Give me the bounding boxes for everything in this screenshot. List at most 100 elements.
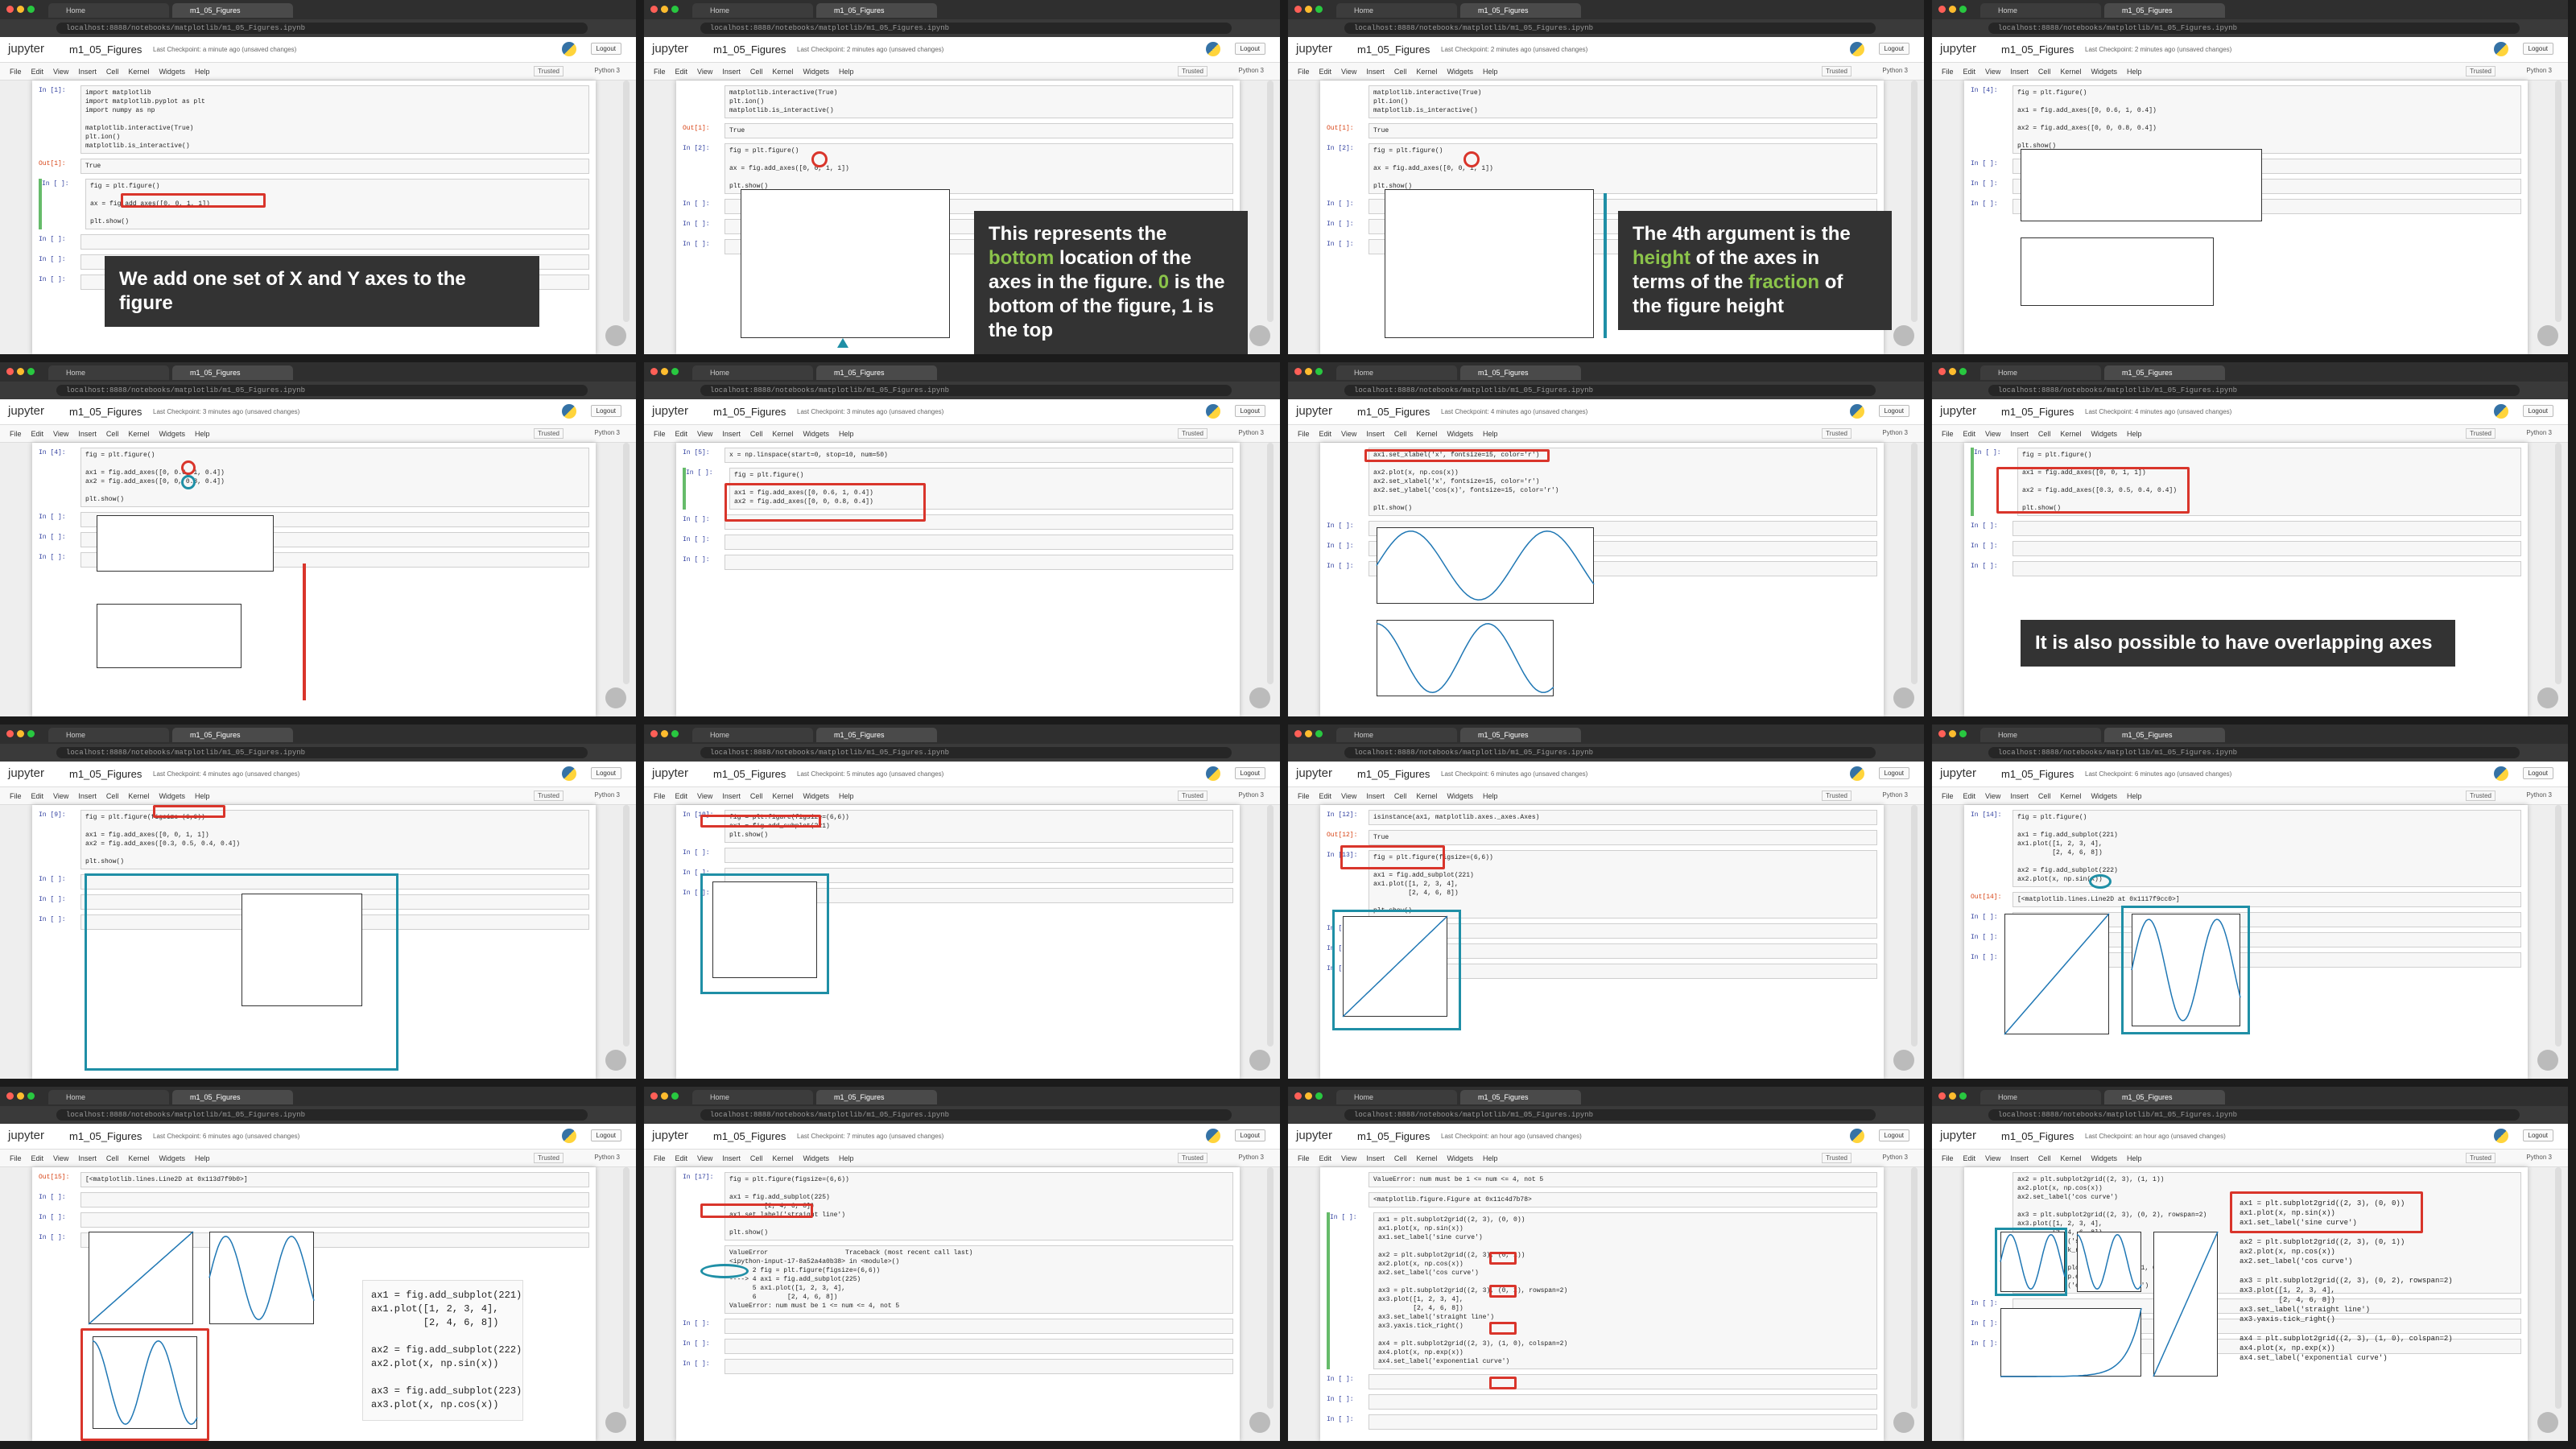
menu-view[interactable]: View	[53, 787, 68, 805]
close-window-button[interactable]	[650, 730, 658, 737]
menu-edit[interactable]: Edit	[1319, 1150, 1332, 1167]
menu-insert[interactable]: Insert	[78, 787, 97, 805]
menu-file[interactable]: File	[654, 63, 666, 80]
tab-home[interactable]: Home	[1980, 3, 2101, 18]
menu-help[interactable]: Help	[1483, 63, 1498, 80]
menu-kernel[interactable]: Kernel	[772, 1150, 793, 1167]
menu-kernel[interactable]: Kernel	[772, 63, 793, 80]
vertical-scrollbar[interactable]	[1267, 805, 1274, 1046]
empty-cell[interactable]: In [ ]:	[1327, 1414, 1877, 1430]
trusted-badge[interactable]: Trusted	[1178, 1153, 1208, 1163]
menu-edit[interactable]: Edit	[1319, 787, 1332, 805]
logout-button[interactable]: Logout	[1234, 767, 1265, 779]
cell-source[interactable]	[724, 1319, 1233, 1334]
cell-source[interactable]	[80, 1212, 589, 1228]
notebook-title[interactable]: m1_05_Figures	[713, 768, 786, 780]
menu-help[interactable]: Help	[1483, 425, 1498, 443]
menu-file[interactable]: File	[1298, 1150, 1310, 1167]
cell-source[interactable]	[724, 535, 1233, 550]
menu-widgets[interactable]: Widgets	[2091, 425, 2117, 443]
jupyter-logo[interactable]: jupyter	[1296, 42, 1332, 56]
trusted-badge[interactable]: Trusted	[2466, 1153, 2496, 1163]
trusted-badge[interactable]: Trusted	[1178, 428, 1208, 439]
vertical-scrollbar[interactable]	[2555, 80, 2562, 322]
tab-notebook[interactable]: m1_05_Figures	[172, 3, 293, 18]
url-field[interactable]: localhost:8888/notebooks/matplotlib/m1_0…	[1988, 1109, 2520, 1121]
menu-widgets[interactable]: Widgets	[1447, 63, 1473, 80]
code-cell[interactable]: In [9]: fig = plt.figure(figsize=(6,6)) a…	[39, 810, 589, 869]
close-window-button[interactable]	[650, 368, 658, 375]
cell-source[interactable]: True	[1368, 830, 1877, 845]
code-cell[interactable]: <matplotlib.figure.Figure at 0x11c4d7b78…	[1327, 1192, 1877, 1208]
menu-edit[interactable]: Edit	[31, 425, 44, 443]
menu-view[interactable]: View	[1985, 63, 2000, 80]
tab-notebook[interactable]: m1_05_Figures	[1460, 728, 1581, 742]
menu-kernel[interactable]: Kernel	[128, 425, 149, 443]
menu-file[interactable]: File	[10, 787, 22, 805]
menu-cell[interactable]: Cell	[2038, 1150, 2051, 1167]
menu-file[interactable]: File	[1942, 425, 1954, 443]
menu-edit[interactable]: Edit	[1319, 425, 1332, 443]
help-bubble-icon[interactable]	[1893, 325, 1914, 346]
menu-help[interactable]: Help	[2127, 63, 2142, 80]
zoom-window-button[interactable]	[671, 6, 679, 13]
close-window-button[interactable]	[6, 730, 14, 737]
help-bubble-icon[interactable]	[605, 1050, 626, 1071]
tab-home[interactable]: Home	[1336, 1090, 1457, 1104]
menu-edit[interactable]: Edit	[31, 63, 44, 80]
close-window-button[interactable]	[1294, 730, 1302, 737]
close-window-button[interactable]	[1938, 730, 1946, 737]
jupyter-logo[interactable]: jupyter	[1296, 766, 1332, 780]
zoom-window-button[interactable]	[1315, 368, 1323, 375]
tab-home[interactable]: Home	[48, 1090, 169, 1104]
zoom-window-button[interactable]	[671, 1092, 679, 1100]
menu-widgets[interactable]: Widgets	[159, 787, 185, 805]
tab-home[interactable]: Home	[1980, 728, 2101, 742]
menu-help[interactable]: Help	[195, 63, 210, 80]
menu-view[interactable]: View	[697, 425, 712, 443]
vertical-scrollbar[interactable]	[1267, 80, 1274, 322]
menu-kernel[interactable]: Kernel	[1416, 1150, 1437, 1167]
tab-home[interactable]: Home	[1980, 1090, 2101, 1104]
menu-view[interactable]: View	[697, 1150, 712, 1167]
menu-file[interactable]: File	[10, 425, 22, 443]
vertical-scrollbar[interactable]	[623, 805, 630, 1046]
code-cell[interactable]: In [14]: fig = plt.figure() ax1 = fig.add…	[1971, 810, 2521, 887]
empty-cell[interactable]: In [ ]:	[683, 1359, 1233, 1374]
url-field[interactable]: localhost:8888/notebooks/matplotlib/m1_0…	[56, 747, 588, 758]
zoom-window-button[interactable]	[27, 6, 35, 13]
trusted-badge[interactable]: Trusted	[1822, 1153, 1852, 1163]
minimize-window-button[interactable]	[1305, 730, 1312, 737]
code-cell[interactable]: In [ ]: ax1 = plt.subplot2grid((2, 3), (0…	[1327, 1212, 1877, 1369]
tab-notebook[interactable]: m1_05_Figures	[172, 365, 293, 380]
menu-view[interactable]: View	[1341, 1150, 1356, 1167]
url-field[interactable]: localhost:8888/notebooks/matplotlib/m1_0…	[1344, 1109, 1876, 1121]
menu-insert[interactable]: Insert	[78, 1150, 97, 1167]
menu-widgets[interactable]: Widgets	[159, 425, 185, 443]
jupyter-logo[interactable]: jupyter	[8, 1129, 44, 1142]
menu-view[interactable]: View	[697, 787, 712, 805]
cell-source[interactable]: ValueError Traceback (most recent call l…	[724, 1245, 1233, 1314]
menu-edit[interactable]: Edit	[1319, 63, 1332, 80]
logout-button[interactable]: Logout	[590, 1129, 621, 1141]
help-bubble-icon[interactable]	[1893, 1412, 1914, 1433]
menu-cell[interactable]: Cell	[1394, 63, 1407, 80]
tab-home[interactable]: Home	[1980, 365, 2101, 380]
url-field[interactable]: localhost:8888/notebooks/matplotlib/m1_0…	[1344, 385, 1876, 396]
cell-source[interactable]	[2013, 561, 2521, 576]
cell-source[interactable]	[724, 1339, 1233, 1354]
url-field[interactable]: localhost:8888/notebooks/matplotlib/m1_0…	[56, 23, 588, 34]
menu-cell[interactable]: Cell	[1394, 425, 1407, 443]
vertical-scrollbar[interactable]	[2555, 1167, 2562, 1409]
logout-button[interactable]: Logout	[2522, 43, 2553, 55]
tab-notebook[interactable]: m1_05_Figures	[1460, 365, 1581, 380]
tab-home[interactable]: Home	[1336, 3, 1457, 18]
vertical-scrollbar[interactable]	[623, 80, 630, 322]
menu-insert[interactable]: Insert	[2010, 1150, 2029, 1167]
notebook-title[interactable]: m1_05_Figures	[713, 406, 786, 418]
url-field[interactable]: localhost:8888/notebooks/matplotlib/m1_0…	[700, 1109, 1232, 1121]
minimize-window-button[interactable]	[661, 6, 668, 13]
tab-home[interactable]: Home	[1336, 365, 1457, 380]
jupyter-logo[interactable]: jupyter	[8, 42, 44, 56]
jupyter-logo[interactable]: jupyter	[1296, 404, 1332, 418]
